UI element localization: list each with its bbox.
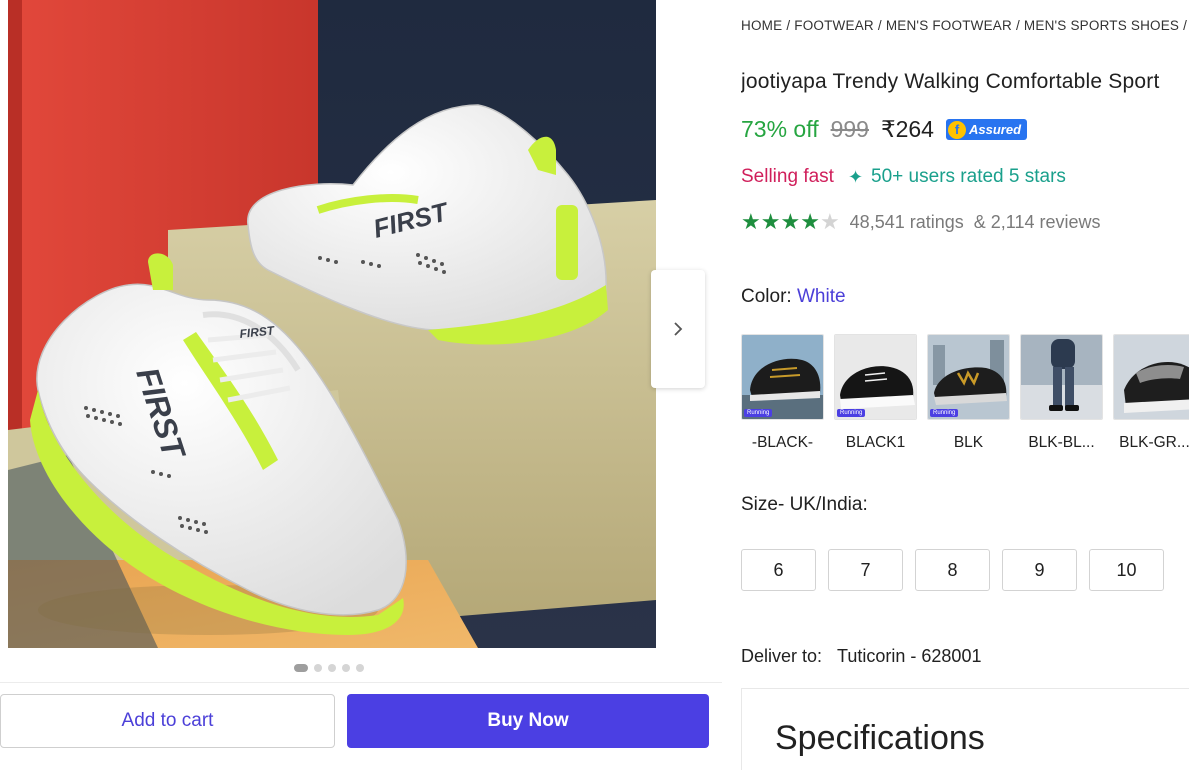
star-filled-icon: ★ xyxy=(741,209,761,234)
specifications-heading: Specifications xyxy=(775,719,985,757)
color-option[interactable]: Running -BLACK- xyxy=(741,334,824,452)
selling-price: ₹264 xyxy=(880,116,934,142)
breadcrumb-separator: / xyxy=(786,18,791,33)
gallery-dot[interactable] xyxy=(294,664,308,672)
size-option-9[interactable]: 9 xyxy=(1002,549,1077,591)
deliver-to-label: Deliver to: xyxy=(741,646,823,666)
breadcrumb-separator: / xyxy=(1183,18,1188,33)
star-filled-icon: ★ xyxy=(800,209,820,234)
rating-row[interactable]: ★ ★ ★ ★ ★ 48,541 ratings & 2,114 reviews xyxy=(741,211,1101,233)
size-option-10[interactable]: 10 xyxy=(1089,549,1164,591)
sparkle-star-icon: ✦ xyxy=(847,166,864,187)
color-option[interactable]: Running BLACK1 xyxy=(834,334,917,452)
running-tag: Running xyxy=(837,409,866,417)
breadcrumb: HOME / FOOTWEAR / MEN'S FOOTWEAR / MEN'S SPORT… xyxy=(741,18,1189,33)
color-option[interactable]: Running BLK xyxy=(927,334,1010,452)
color-option-thumbnail: Running xyxy=(741,334,824,420)
specifications-section: Specifications xyxy=(741,688,1189,770)
running-tag: Running xyxy=(744,409,773,417)
gallery-dot[interactable] xyxy=(314,664,322,672)
selling-fast-label: Selling fast xyxy=(741,166,834,187)
breadcrumb-home[interactable]: HOME xyxy=(741,18,782,33)
color-option-thumbnail xyxy=(1113,334,1189,420)
star-filled-icon: ★ xyxy=(760,209,781,234)
delivery-pincode: Tuticorin - 628001 xyxy=(837,646,982,666)
color-option-label: BLACK1 xyxy=(845,434,906,451)
assured-badge-label: Assured xyxy=(968,122,1022,137)
popularity-row: Selling fast ✦ 50+ users rated 5 stars xyxy=(741,166,1066,188)
selected-color: White xyxy=(796,286,846,307)
gallery-pagination xyxy=(294,664,364,672)
color-option[interactable]: BLK-GR... xyxy=(1113,334,1189,452)
color-option-label: BLK-BL... xyxy=(1028,434,1095,451)
sneaker-photo: FIRST FIRST FIRST xyxy=(8,0,656,648)
size-option-8[interactable]: 8 xyxy=(915,549,990,591)
users-rated-label: 50+ users rated 5 stars xyxy=(871,166,1066,187)
reviews-count: & 2,114 reviews xyxy=(973,211,1101,232)
price-row: 73% off 999 ₹264 f Assured xyxy=(741,116,1028,143)
assured-logo-icon: f xyxy=(947,120,966,139)
product-main-image[interactable]: FIRST FIRST FIRST xyxy=(8,0,656,648)
product-details: HOME / FOOTWEAR / MEN'S FOOTWEAR / MEN'S SPORT… xyxy=(741,0,1189,770)
color-option[interactable]: BLK-BL... xyxy=(1020,334,1103,452)
gallery-dot[interactable] xyxy=(342,664,350,672)
gallery-dot[interactable] xyxy=(356,664,364,672)
breadcrumb-mens-sports-shoes[interactable]: MEN'S SPORTS SHOES xyxy=(1024,18,1179,33)
breadcrumb-footwear[interactable]: FOOTWEAR xyxy=(794,18,874,33)
breadcrumb-separator: / xyxy=(1015,18,1020,33)
gallery-dot[interactable] xyxy=(328,664,336,672)
buy-now-button[interactable]: Buy Now xyxy=(347,694,709,748)
add-to-cart-button[interactable]: Add to cart xyxy=(0,694,335,748)
ratings-count: 48,541 ratings xyxy=(849,211,964,232)
color-label: Color: xyxy=(741,286,792,307)
color-selector-label: Color: White xyxy=(741,286,846,308)
product-title: jootiyapa Trendy Walking Comfortable Spo… xyxy=(741,70,1160,93)
color-option-thumbnail xyxy=(1020,334,1103,420)
star-filled-icon: ★ xyxy=(780,209,801,234)
star-rating: ★ ★ ★ ★ ★ xyxy=(741,211,840,233)
size-options: 6 7 8 9 10 xyxy=(741,549,1164,591)
breadcrumb-mens-footwear[interactable]: MEN'S FOOTWEAR xyxy=(886,18,1012,33)
running-tag: Running xyxy=(930,409,959,417)
size-selector-label: Size- UK/India: xyxy=(741,494,868,515)
color-option-label: BLK-GR... xyxy=(1119,434,1189,451)
delivery-location[interactable]: Deliver to: Tuticorin - 628001 xyxy=(741,646,981,667)
breadcrumb-separator: / xyxy=(877,18,882,33)
color-option-label: BLK xyxy=(953,434,984,451)
color-option-label: -BLACK- xyxy=(751,434,814,451)
discount-percent: 73% off xyxy=(741,116,819,142)
chevron-right-icon xyxy=(674,322,683,336)
size-option-7[interactable]: 7 xyxy=(828,549,903,591)
assured-badge: f Assured xyxy=(945,119,1028,140)
next-image-button[interactable] xyxy=(651,270,705,388)
color-option-thumbnail: Running xyxy=(927,334,1010,420)
color-option-thumbnail: Running xyxy=(834,334,917,420)
color-swatches: Running -BLACK- Running BLACK1 Running B… xyxy=(741,334,1189,452)
size-option-6[interactable]: 6 xyxy=(741,549,816,591)
star-empty-icon: ★ xyxy=(819,209,840,234)
original-price: 999 xyxy=(830,116,869,142)
purchase-action-bar: Add to cart Buy Now xyxy=(0,682,722,760)
